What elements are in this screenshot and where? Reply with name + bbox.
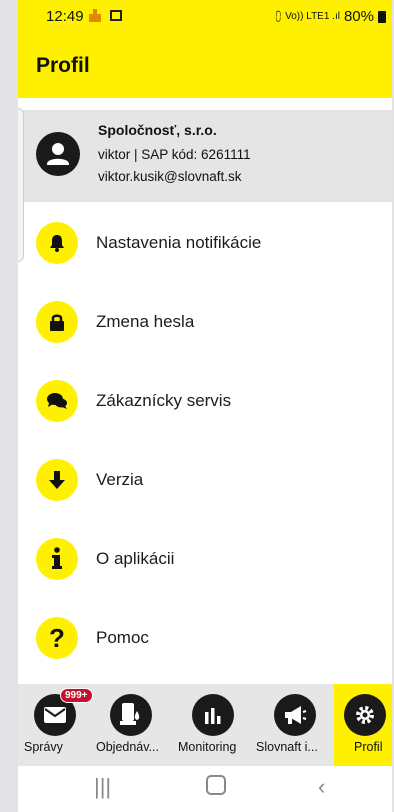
home-icon[interactable]	[206, 775, 226, 795]
menu-label: Zmena hesla	[96, 312, 195, 331]
company-name: Spoločnosť, s.r.o.	[98, 122, 217, 138]
question-icon: ?	[36, 617, 78, 659]
fuel-notification-icon	[88, 9, 102, 23]
menu-item-help[interactable]: ? Pomoc	[18, 597, 392, 676]
profile-header: Spoločnosť, s.r.o. viktor | SAP kód: 626…	[18, 110, 392, 202]
app-bar: Profil	[18, 34, 392, 98]
status-right: ⩇ Vo)) LTE1 .ıl 80%	[275, 8, 386, 25]
battery-percent: 80%	[343, 8, 374, 25]
unread-badge: 999+	[60, 688, 93, 703]
system-nav-bar: ||| ‹	[18, 766, 392, 812]
bell-icon	[36, 222, 78, 264]
status-time: 12:49	[46, 8, 84, 25]
app-screen: 12:49 ⩇ Vo)) LTE1 .ıl 80% Profil Spoločn…	[18, 0, 392, 812]
nav-label: Slovnaft i...	[256, 740, 318, 754]
profile-menu: Nastavenia notifikácie Zmena hesla Zákaz…	[18, 202, 392, 676]
signal-text: Vo)) LTE1 .ıl	[285, 11, 340, 22]
arrow-down-icon	[36, 459, 78, 501]
megaphone-icon	[274, 694, 316, 736]
menu-label: Nastavenia notifikácie	[96, 233, 262, 252]
menu-item-version[interactable]: Verzia	[18, 439, 392, 518]
menu-item-change-password[interactable]: Zmena hesla	[18, 281, 392, 360]
edge-panel-handle[interactable]	[18, 108, 24, 262]
nav-item-profile[interactable]: Profil	[334, 684, 392, 766]
gear-icon	[344, 694, 386, 736]
menu-label: Zákaznícky servis	[96, 391, 232, 410]
menu-item-about[interactable]: O aplikácii	[18, 518, 392, 597]
nav-item-orders[interactable]: Objednáv...	[94, 684, 174, 766]
nav-label: Monitoring	[178, 740, 237, 754]
menu-item-customer-service[interactable]: Zákaznícky servis	[18, 360, 392, 439]
menu-label: Verzia	[96, 470, 144, 489]
wifi-icon: ⩇	[275, 8, 282, 24]
nav-item-monitoring[interactable]: Monitoring	[178, 684, 254, 766]
avatar	[36, 132, 80, 176]
nav-label: Správy	[24, 740, 63, 754]
user-sap-line: viktor | SAP kód: 6261111	[98, 147, 251, 162]
bar-chart-icon	[192, 694, 234, 736]
chat-icon	[36, 380, 78, 422]
user-email: viktor.kusik@slovnaft.sk	[98, 169, 242, 184]
nav-label: Objednáv...	[96, 740, 160, 754]
menu-label: O aplikácii	[96, 549, 175, 568]
back-icon[interactable]: ‹	[318, 774, 325, 800]
app-notification-icon	[110, 10, 122, 21]
battery-icon	[378, 10, 386, 23]
page-title: Profil	[36, 54, 90, 77]
menu-label: Pomoc	[96, 628, 149, 647]
nav-item-messages[interactable]: 999+ Správy	[18, 684, 93, 766]
nav-item-slovnaft-info[interactable]: Slovnaft i...	[256, 684, 334, 766]
user-icon	[47, 143, 69, 165]
status-bar: 12:49 ⩇ Vo)) LTE1 .ıl 80%	[18, 0, 392, 34]
nav-label: Profil	[354, 740, 383, 754]
fuel-drop-icon	[110, 694, 152, 736]
recent-apps-icon[interactable]: |||	[94, 774, 111, 800]
menu-item-notifications[interactable]: Nastavenia notifikácie	[18, 202, 392, 281]
bottom-nav: 999+ Správy Objednáv... Monitoring Slovn…	[18, 684, 392, 766]
lock-icon	[36, 301, 78, 343]
info-icon	[36, 538, 78, 580]
